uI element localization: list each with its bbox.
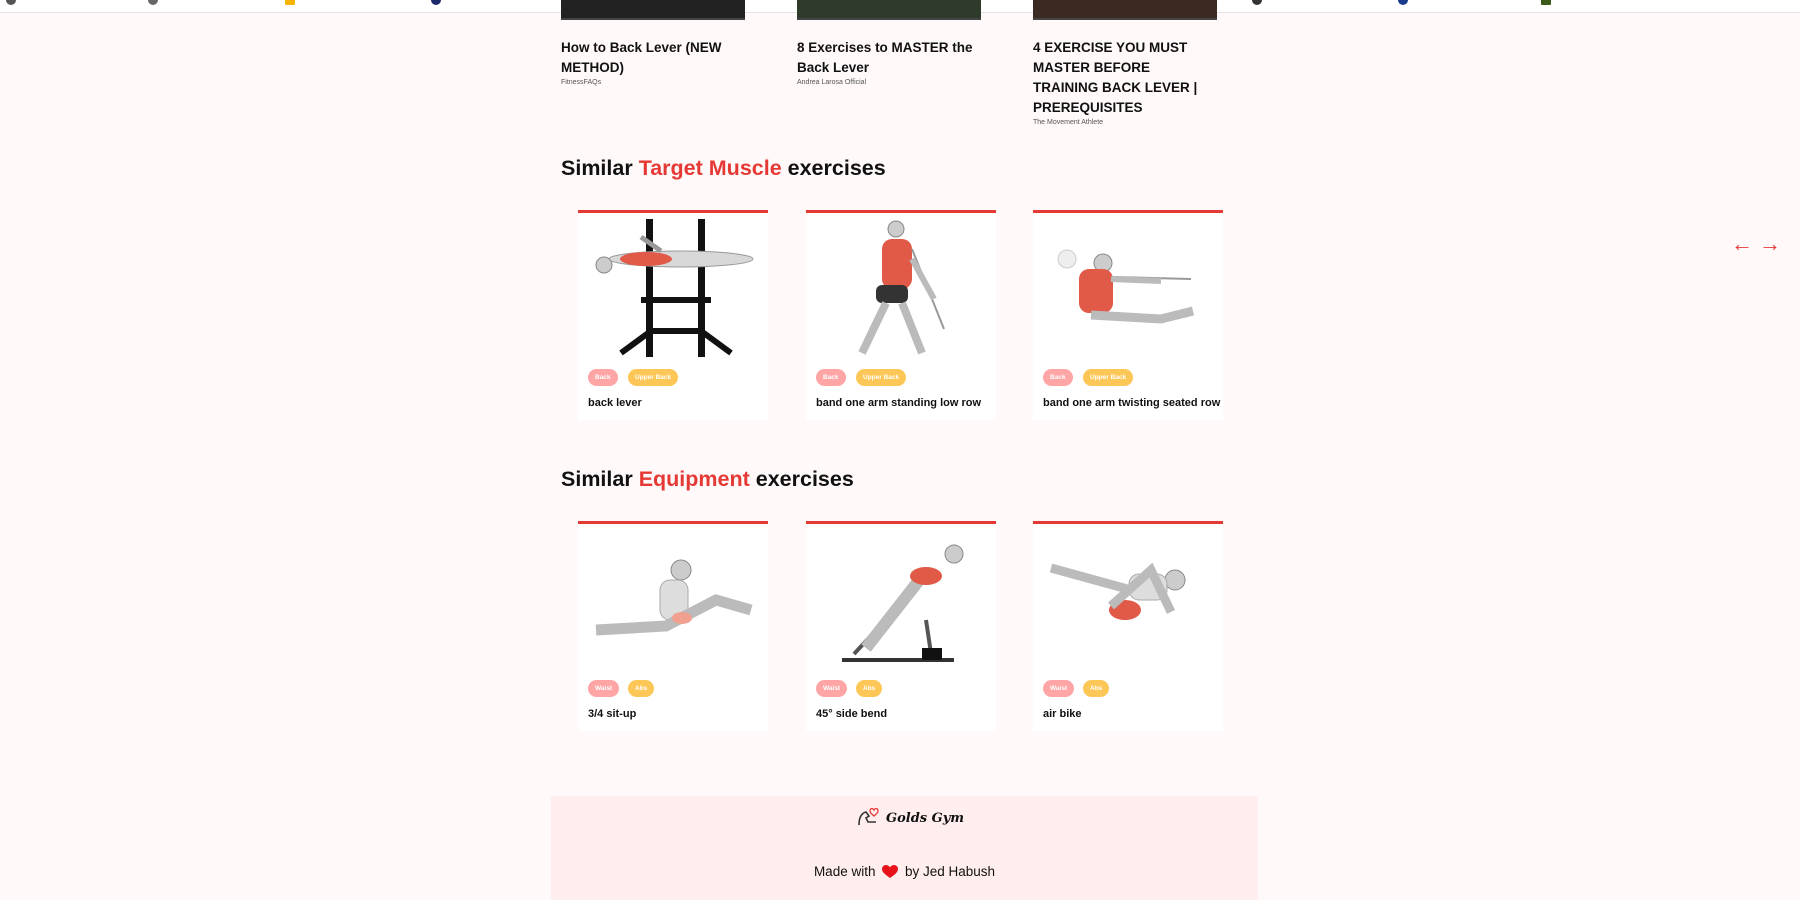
video-title[interactable]: 4 EXERCISE YOU MUST MASTER BEFORE TRAINI… <box>1033 38 1217 118</box>
section-title-suffix: exercises <box>749 467 854 491</box>
body-part-badge[interactable]: Back <box>588 369 618 386</box>
video-thumbnail[interactable] <box>1033 0 1217 20</box>
carousel-prev-arrow-icon[interactable]: ← <box>1731 229 1753 259</box>
video-channel: FitnessFAQs <box>561 79 602 86</box>
exercise-card[interactable]: Waist Abs 3/4 sit-up <box>578 521 768 731</box>
exercise-name[interactable]: band one arm standing low row <box>816 397 981 409</box>
carousel-next-arrow-icon[interactable]: → <box>1759 229 1781 259</box>
body-part-badge[interactable]: Waist <box>1043 680 1075 697</box>
bookmark-icon[interactable] <box>6 0 16 5</box>
footer-logo[interactable]: Golds Gym <box>856 806 964 830</box>
body-part-badge[interactable]: Waist <box>816 680 848 697</box>
video-card[interactable]: 8 Exercises to MASTER the Back Lever And… <box>797 0 981 86</box>
brand-name: Golds Gym <box>886 810 965 826</box>
exercise-image-band-low-row <box>858 220 945 355</box>
footer: Golds Gym Made with by Jed Habush <box>551 796 1258 900</box>
target-muscle-badge[interactable]: Upper Back <box>856 369 907 386</box>
exercise-image-sit-up <box>595 559 753 636</box>
video-card[interactable]: 4 EXERCISE YOU MUST MASTER BEFORE TRAINI… <box>1033 0 1217 126</box>
bookmark-icon[interactable] <box>148 0 158 5</box>
exercise-name[interactable]: air bike <box>1043 708 1082 720</box>
video-thumbnail[interactable] <box>797 0 981 20</box>
heart-icon <box>882 865 899 878</box>
exercise-card[interactable]: Waist Abs air bike <box>1033 521 1223 731</box>
exercise-card[interactable]: Back Upper Back band one arm twisting se… <box>1033 210 1223 420</box>
section-title-suffix: exercises <box>781 156 886 180</box>
section-title-equipment: Similar Equipment exercises <box>561 467 854 492</box>
section-title-highlight: Target Muscle <box>638 156 782 180</box>
credit-prefix: Made with <box>813 864 876 879</box>
target-muscle-badge[interactable]: Abs <box>856 680 883 697</box>
bookmark-icon[interactable] <box>1541 0 1551 5</box>
dumbbell-arm-icon <box>858 807 879 826</box>
section-title-target-muscle: Similar Target Muscle exercises <box>561 156 886 181</box>
exercise-name[interactable]: back lever <box>588 397 642 409</box>
exercise-image-back-lever <box>595 219 754 357</box>
video-thumbnail[interactable] <box>561 0 745 20</box>
exercise-image-side-bend <box>842 544 964 662</box>
footer-credit: Made with by Jed Habush <box>551 864 1258 879</box>
target-muscle-badge[interactable]: Abs <box>628 680 655 697</box>
bookmark-icon[interactable] <box>1398 0 1408 5</box>
video-title[interactable]: 8 Exercises to MASTER the Back Lever <box>797 38 981 78</box>
exercise-name[interactable]: 45° side bend <box>816 708 887 720</box>
video-channel: The Movement Athlete <box>1033 119 1104 126</box>
body-part-badge[interactable]: Back <box>1043 369 1073 386</box>
video-channel: Andrea Larosa Official <box>797 79 867 86</box>
body-part-badge[interactable]: Back <box>816 369 846 386</box>
exercise-card[interactable]: Back Upper Back band one arm standing lo… <box>806 210 996 420</box>
target-muscle-badge[interactable]: Abs <box>1083 680 1110 697</box>
bookmark-icon[interactable] <box>285 0 295 5</box>
exercise-name[interactable]: band one arm twisting seated row <box>1043 397 1220 409</box>
exercise-card[interactable]: Waist Abs 45° side bend <box>806 521 996 731</box>
section-title-highlight: Equipment <box>638 467 750 491</box>
exercise-card[interactable]: Back Upper Back back lever <box>578 210 768 420</box>
section-title-prefix: Similar <box>561 156 639 180</box>
bookmark-icon[interactable] <box>431 0 441 5</box>
section-title-prefix: Similar <box>561 467 639 491</box>
video-title[interactable]: How to Back Lever (NEW METHOD) <box>561 38 745 78</box>
credit-author: by Jed Habush <box>905 864 996 879</box>
video-card[interactable]: How to Back Lever (NEW METHOD) FitnessFA… <box>561 0 745 86</box>
target-muscle-badge[interactable]: Upper Back <box>1083 369 1134 386</box>
exercise-name[interactable]: 3/4 sit-up <box>588 708 636 720</box>
exercise-image-air-bike <box>1049 562 1186 620</box>
exercise-image-band-twisting-row <box>1057 249 1195 324</box>
bookmark-icon[interactable] <box>1252 0 1262 5</box>
target-muscle-badge[interactable]: Upper Back <box>628 369 679 386</box>
body-part-badge[interactable]: Waist <box>588 680 620 697</box>
